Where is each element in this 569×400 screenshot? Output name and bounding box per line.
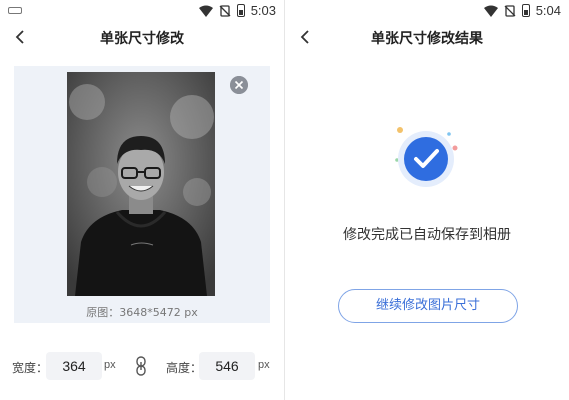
size-controls: 宽度： 364 px 高度： 546 px <box>0 352 284 380</box>
height-input[interactable]: 546 <box>199 352 255 380</box>
status-time: 5:04 <box>535 3 561 18</box>
lock-ratio-icon[interactable] <box>134 356 148 376</box>
portrait-photo <box>67 72 215 296</box>
original-size-label: 原图：3648*5472 px <box>86 306 198 319</box>
width-label: 宽度： <box>12 361 49 375</box>
width-input[interactable]: 364 <box>46 352 102 380</box>
battery-icon <box>236 4 245 17</box>
status-time: 5:03 <box>250 3 276 18</box>
edit-screen: 5:03 单张尺寸修改 原图：3648*5472 px 宽度： 364 px 高… <box>0 0 284 400</box>
image-preview: 原图：3648*5472 px <box>14 66 270 323</box>
remove-image-icon[interactable] <box>230 76 248 94</box>
battery-icon <box>521 4 530 17</box>
success-check-icon <box>395 127 458 187</box>
wifi-icon <box>483 5 498 17</box>
page-title: 单张尺寸修改 <box>100 31 184 47</box>
notification-icon <box>8 7 22 14</box>
save-success-message: 修改完成已自动保存到相册 <box>343 227 511 243</box>
height-label: 高度： <box>166 361 203 375</box>
no-sim-icon <box>219 4 231 17</box>
height-unit: px <box>258 359 270 371</box>
top-bar: 单张尺寸修改结果 <box>285 22 569 52</box>
no-sim-icon <box>504 4 516 17</box>
top-bar: 单张尺寸修改 <box>0 22 284 52</box>
wifi-icon <box>198 5 213 17</box>
continue-edit-button[interactable]: 继续修改图片尺寸 <box>338 289 518 323</box>
page-title: 单张尺寸修改结果 <box>371 31 483 47</box>
status-bar: 5:03 <box>0 0 284 22</box>
width-unit: px <box>104 359 116 371</box>
result-screen: 5:04 单张尺寸修改结果 修改完成已自动保存到相册 继续修改图片尺寸 <box>285 0 569 400</box>
status-bar: 5:04 <box>285 0 569 22</box>
